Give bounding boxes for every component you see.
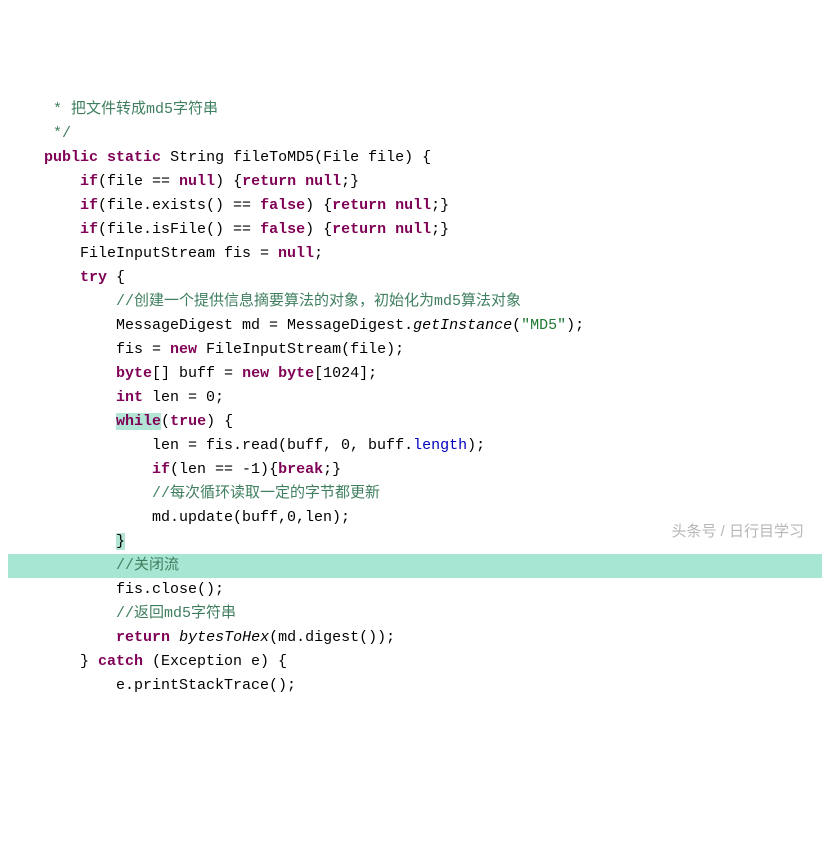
comment: */ <box>8 125 71 142</box>
static-call: bytesToHex <box>179 629 269 646</box>
code-text: { <box>107 269 125 286</box>
keyword: byte <box>278 365 314 382</box>
code-text <box>8 197 80 214</box>
code-text <box>8 461 152 478</box>
keyword: if <box>80 221 98 238</box>
keyword: return <box>116 629 170 646</box>
code-text: fis = <box>8 341 170 358</box>
code-text: } <box>8 653 98 670</box>
code-text <box>8 269 80 286</box>
comment: * 把文件转成md5字符串 <box>8 101 218 118</box>
keyword: public <box>44 149 98 166</box>
keyword: null <box>179 173 215 190</box>
code-text <box>8 365 116 382</box>
code-text <box>8 533 116 550</box>
code-text: (len == -1){ <box>170 461 278 478</box>
code-text: (file.exists() == <box>98 197 260 214</box>
keyword: return <box>242 173 296 190</box>
code-text: ;} <box>431 197 449 214</box>
keyword-selected: while <box>116 413 161 430</box>
keyword: if <box>80 173 98 190</box>
field: length <box>413 437 467 454</box>
highlighted-line: //关闭流 <box>8 554 822 578</box>
keyword: return <box>332 221 386 238</box>
code-editor[interactable]: * 把文件转成md5字符串 */ public static String fi… <box>0 96 822 698</box>
code-text <box>8 629 116 646</box>
code-text: FileInputStream(file); <box>197 341 404 358</box>
keyword: catch <box>98 653 143 670</box>
code-text: (file == <box>98 173 179 190</box>
keyword: break <box>278 461 323 478</box>
comment: //返回md5字符串 <box>8 605 236 622</box>
code-text: ) { <box>305 197 332 214</box>
keyword: false <box>260 197 305 214</box>
string: "MD5" <box>521 317 566 334</box>
code-text <box>8 173 80 190</box>
code-text: ); <box>467 437 485 454</box>
keyword: new <box>242 365 269 382</box>
code-text: (md.digest()); <box>269 629 395 646</box>
code-text: ) { <box>305 221 332 238</box>
keyword: true <box>170 413 206 430</box>
code-text <box>269 365 278 382</box>
code-text: ; <box>314 245 323 262</box>
static-call: getInstance <box>413 317 512 334</box>
keyword: if <box>80 197 98 214</box>
code-text: ( <box>161 413 170 430</box>
code-text: FileInputStream fis = <box>8 245 278 262</box>
code-text: ;} <box>323 461 341 478</box>
keyword: try <box>80 269 107 286</box>
keyword: false <box>260 221 305 238</box>
comment: //创建一个提供信息摘要算法的对象，初始化为md5算法对象 <box>8 293 521 310</box>
code-text: ) { <box>206 413 233 430</box>
code-text: MessageDigest md = MessageDigest. <box>8 317 413 334</box>
code-text <box>8 413 116 430</box>
code-text: ;} <box>341 173 359 190</box>
code-text: md.update(buff,0,len); <box>8 509 350 526</box>
code-text: len = fis.read(buff, 0, buff. <box>8 437 413 454</box>
code-text <box>8 221 80 238</box>
code-text: [1024]; <box>314 365 377 382</box>
keyword: null <box>278 245 314 262</box>
code-text <box>170 629 179 646</box>
keyword: new <box>170 341 197 358</box>
comment: //每次循环读取一定的字节都更新 <box>8 485 380 502</box>
brace-selected: } <box>116 533 125 550</box>
code-text: String fileToMD5(File file) { <box>161 149 431 166</box>
keyword: if <box>152 461 170 478</box>
code-text: (file.isFile() == <box>98 221 260 238</box>
keyword: null <box>305 173 341 190</box>
code-text: [] buff = <box>152 365 242 382</box>
keyword: int <box>116 389 143 406</box>
keyword: null <box>395 221 431 238</box>
keyword: byte <box>116 365 152 382</box>
code-text: ;} <box>431 221 449 238</box>
code-text: len = 0; <box>143 389 224 406</box>
keyword: static <box>107 149 161 166</box>
code-text <box>8 389 116 406</box>
keyword: null <box>395 197 431 214</box>
code-text: fis.close(); <box>8 581 224 598</box>
code-text: (Exception e) { <box>143 653 287 670</box>
code-text: ); <box>566 317 584 334</box>
code-text: ( <box>512 317 521 334</box>
keyword: return <box>332 197 386 214</box>
code-text: e.printStackTrace(); <box>8 677 296 694</box>
code-text: ) { <box>215 173 242 190</box>
